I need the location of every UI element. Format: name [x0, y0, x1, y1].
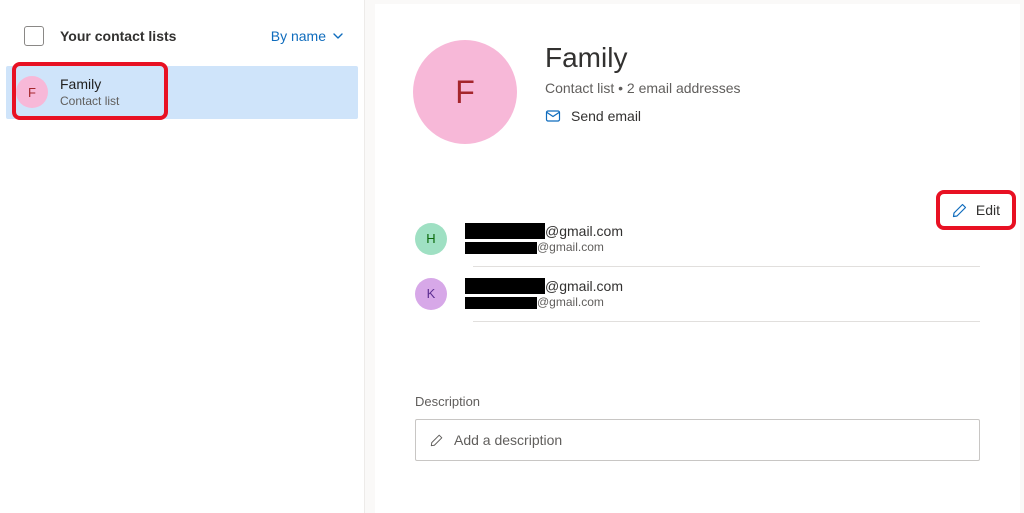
description-section: Description Add a description	[415, 394, 980, 461]
mail-icon	[545, 108, 561, 124]
contact-list-item-name: Family	[60, 76, 119, 94]
detail-avatar: F	[413, 40, 517, 144]
send-email-button[interactable]: Send email	[545, 108, 741, 124]
detail-title: Family	[545, 42, 741, 74]
members-list: H @gmail.com @gmail.com K	[415, 212, 980, 322]
member-email-domain: @gmail.com	[537, 240, 604, 256]
redacted-email	[465, 242, 537, 254]
edit-label: Edit	[976, 202, 1000, 218]
avatar-initial: F	[455, 74, 475, 111]
contact-list-detail-pane: F Family Contact list • 2 email addresse…	[375, 4, 1020, 513]
pencil-icon	[430, 433, 444, 447]
member-name-line: @gmail.com	[465, 222, 623, 240]
chevron-down-icon	[332, 30, 344, 42]
contact-list-item-subtitle: Contact list	[60, 94, 119, 109]
member-email-domain: @gmail.com	[537, 295, 604, 311]
sort-by-label: By name	[271, 28, 326, 44]
member-name-line: @gmail.com	[465, 277, 623, 295]
avatar-initial: F	[28, 85, 36, 100]
app-root: Your contact lists By name F Family Cont…	[0, 0, 1024, 513]
contact-list-avatar: F	[16, 76, 48, 108]
avatar-initial: K	[427, 286, 436, 301]
redacted-name	[465, 278, 545, 294]
description-input[interactable]: Add a description	[415, 419, 980, 461]
contact-lists-header: Your contact lists By name	[0, 8, 364, 64]
member-text: @gmail.com @gmail.com	[465, 222, 623, 256]
description-label: Description	[415, 394, 980, 409]
member-avatar: K	[415, 278, 447, 310]
contact-lists-pane: Your contact lists By name F Family Cont…	[0, 0, 365, 513]
member-avatar: H	[415, 223, 447, 255]
detail-header: F Family Contact list • 2 email addresse…	[375, 40, 1020, 144]
redacted-name	[465, 223, 545, 239]
member-row[interactable]: K @gmail.com @gmail.com	[415, 267, 980, 321]
select-all-checkbox[interactable]	[24, 26, 44, 46]
description-placeholder: Add a description	[454, 432, 562, 448]
edit-button[interactable]: Edit	[942, 196, 1010, 224]
edit-button-wrap: Edit	[942, 196, 1010, 224]
contact-list-item-family[interactable]: F Family Contact list	[6, 66, 358, 119]
avatar-initial: H	[426, 231, 435, 246]
member-name-domain: @gmail.com	[545, 222, 623, 240]
member-row[interactable]: H @gmail.com @gmail.com	[415, 212, 980, 266]
member-name-domain: @gmail.com	[545, 277, 623, 295]
send-email-label: Send email	[571, 108, 641, 124]
member-email-line: @gmail.com	[465, 295, 623, 311]
detail-subtitle: Contact list • 2 email addresses	[545, 80, 741, 96]
detail-title-block: Family Contact list • 2 email addresses …	[545, 40, 741, 124]
contact-list-item-text: Family Contact list	[60, 76, 119, 109]
contact-lists-title: Your contact lists	[60, 28, 271, 44]
redacted-email	[465, 297, 537, 309]
sort-by-dropdown[interactable]: By name	[271, 28, 348, 44]
member-text: @gmail.com @gmail.com	[465, 277, 623, 311]
pencil-icon	[952, 202, 968, 218]
member-email-line: @gmail.com	[465, 240, 623, 256]
separator	[473, 321, 980, 322]
